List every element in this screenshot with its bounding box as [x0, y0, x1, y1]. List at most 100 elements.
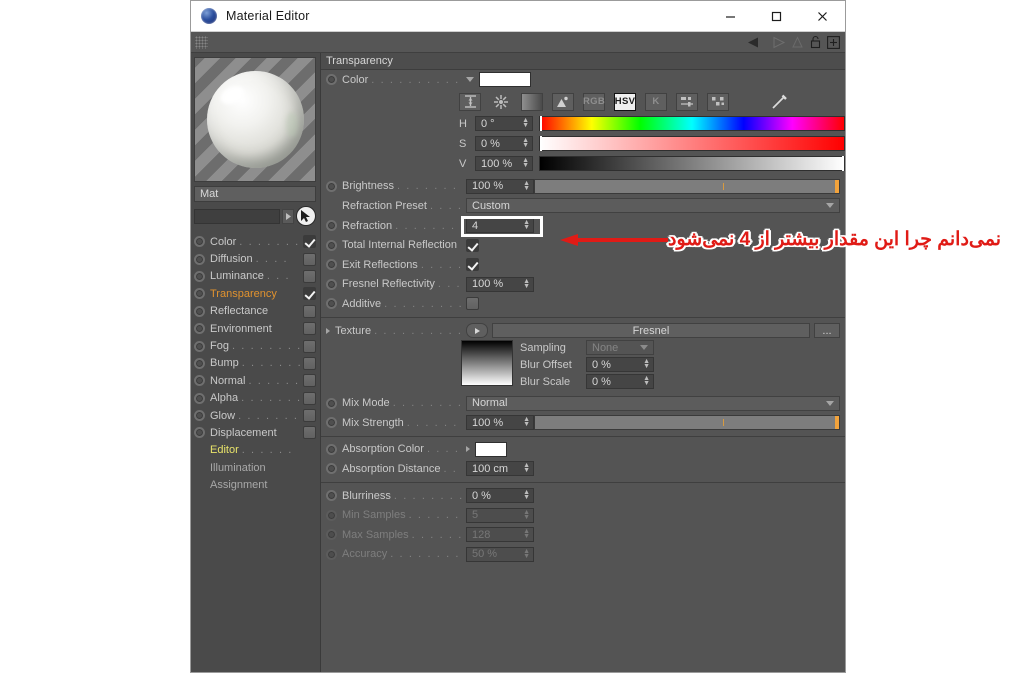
exit-reflections-checkbox[interactable]	[466, 258, 479, 272]
sidebar-item-color[interactable]: Color. . . . . . .	[194, 233, 316, 250]
lock-icon[interactable]	[809, 35, 822, 49]
mix-mode-radio[interactable]	[326, 397, 337, 409]
color-expand-icon[interactable]	[466, 77, 474, 83]
sidebar-item-glow[interactable]: Glow. . . . . . . .	[194, 407, 316, 424]
cursor-pick-icon[interactable]	[296, 206, 316, 226]
fresnel-field[interactable]: 100 % ▲ ▼	[466, 276, 534, 292]
maximize-button[interactable]	[753, 1, 799, 32]
color-radio[interactable]	[326, 74, 337, 86]
diffusion-radio[interactable]	[194, 253, 205, 265]
sidebar-item-luminance[interactable]: Luminance. . .	[194, 268, 316, 285]
additive-checkbox[interactable]	[466, 297, 479, 311]
normal-checkbox[interactable]	[303, 374, 316, 388]
hue-bar[interactable]	[539, 116, 845, 132]
swatches-icon[interactable]	[707, 92, 729, 111]
color-swatch[interactable]	[479, 72, 531, 88]
absorption-color-expand-icon[interactable]	[466, 446, 470, 453]
additive-radio[interactable]	[326, 298, 337, 310]
sidebar-page-editor[interactable]: Editor. . . . . .	[194, 442, 316, 459]
kelvin-mode-button[interactable]: K	[645, 92, 667, 111]
diffusion-checkbox[interactable]	[303, 252, 316, 266]
bump-radio[interactable]	[194, 357, 205, 369]
sampling-dropdown[interactable]: None	[586, 340, 654, 356]
luminance-radio[interactable]	[194, 270, 205, 282]
displacement-radio[interactable]	[194, 427, 205, 439]
saturation-bar[interactable]	[539, 136, 845, 152]
tir-checkbox[interactable]	[466, 238, 479, 252]
absorption-color-swatch[interactable]	[475, 441, 507, 457]
color-wheel-icon[interactable]	[490, 93, 512, 111]
mix-strength-radio[interactable]	[326, 417, 337, 429]
sidebar-item-fog[interactable]: Fog. . . . . . . . .	[194, 337, 316, 354]
texture-expand-icon[interactable]	[326, 327, 330, 334]
environment-radio[interactable]	[194, 323, 205, 335]
sidebar-item-reflectance[interactable]: Reflectance	[194, 303, 316, 320]
add-icon[interactable]	[827, 35, 840, 49]
fog-radio[interactable]	[194, 340, 205, 352]
saturation-field[interactable]: 0 % ▲ ▼	[475, 136, 533, 152]
color-checkbox[interactable]	[303, 235, 316, 249]
absorption-color-radio[interactable]	[326, 443, 337, 455]
color-radio[interactable]	[194, 236, 205, 248]
tir-radio[interactable]	[326, 239, 337, 251]
sidebar-item-transparency[interactable]: Transparency	[194, 285, 316, 302]
texture-thumbnail[interactable]	[461, 340, 513, 387]
sidebar-item-bump[interactable]: Bump. . . . . . .	[194, 355, 316, 372]
bump-checkbox[interactable]	[303, 356, 316, 370]
play-icon[interactable]	[466, 323, 488, 339]
texture-shader-button[interactable]: Fresnel	[492, 323, 810, 339]
rgb-mode-button[interactable]: RGB	[583, 92, 605, 111]
sidebar-item-alpha[interactable]: Alpha. . . . . . .	[194, 390, 316, 407]
sidebar-page-illumination[interactable]: Illumination	[194, 459, 316, 476]
material-name-field[interactable]: Mat	[194, 186, 316, 202]
sidebar-page-assignment[interactable]: Assignment	[194, 476, 316, 493]
blur-scale-field[interactable]: 0 % ▲ ▼	[586, 374, 654, 390]
drag-grip-icon[interactable]	[195, 35, 208, 49]
eyedropper-icon[interactable]	[768, 93, 790, 111]
reflectance-checkbox[interactable]	[303, 304, 316, 318]
absorption-distance-field[interactable]: 100 cm ▲ ▼	[466, 461, 534, 477]
absorption-distance-radio[interactable]	[326, 463, 337, 475]
up-arrow-icon[interactable]	[791, 35, 804, 49]
hsv-mode-button[interactable]: HSV	[614, 92, 636, 111]
fog-checkbox[interactable]	[303, 339, 316, 353]
brightness-slider[interactable]	[534, 178, 840, 194]
minimize-button[interactable]	[707, 1, 753, 32]
blurriness-field[interactable]: 0 % ▲ ▼	[466, 488, 534, 504]
normal-radio[interactable]	[194, 375, 205, 387]
transparency-checkbox[interactable]	[303, 287, 316, 301]
material-preview[interactable]	[194, 57, 316, 182]
gradient-icon[interactable]	[521, 92, 543, 111]
refraction-preset-dropdown[interactable]: Custom	[466, 198, 840, 214]
forward-arrow-icon[interactable]	[769, 36, 786, 49]
blur-offset-field[interactable]: 0 % ▲ ▼	[586, 357, 654, 373]
search-input[interactable]	[194, 208, 280, 224]
range-icon[interactable]	[459, 92, 481, 111]
mix-mode-dropdown[interactable]: Normal	[466, 395, 840, 411]
hue-field[interactable]: 0 ° ▲ ▼	[475, 116, 533, 132]
luminance-checkbox[interactable]	[303, 269, 316, 283]
brightness-radio[interactable]	[326, 180, 337, 192]
sidebar-item-environment[interactable]: Environment	[194, 320, 316, 337]
alpha-radio[interactable]	[194, 392, 205, 404]
mixer-icon[interactable]	[676, 92, 698, 111]
mix-strength-field[interactable]: 100 % ▲ ▼	[466, 415, 534, 431]
value-field[interactable]: 100 % ▲ ▼	[475, 156, 533, 172]
expand-arrow-button[interactable]	[281, 208, 295, 224]
sidebar-item-normal[interactable]: Normal. . . . . .	[194, 372, 316, 389]
displacement-checkbox[interactable]	[303, 426, 316, 440]
fresnel-radio[interactable]	[326, 278, 337, 290]
back-arrow-icon[interactable]	[747, 36, 764, 49]
transparency-radio[interactable]	[194, 288, 205, 300]
exit-reflections-radio[interactable]	[326, 259, 337, 271]
mix-strength-slider[interactable]	[534, 415, 840, 431]
sidebar-item-displacement[interactable]: Displacement	[194, 424, 316, 441]
brightness-field[interactable]: 100 % ▲ ▼	[466, 178, 534, 194]
image-icon[interactable]	[552, 92, 574, 111]
glow-checkbox[interactable]	[303, 409, 316, 423]
glow-radio[interactable]	[194, 410, 205, 422]
refraction-radio[interactable]	[326, 220, 337, 232]
close-button[interactable]	[799, 1, 845, 32]
alpha-checkbox[interactable]	[303, 391, 316, 405]
value-bar[interactable]	[539, 156, 845, 172]
